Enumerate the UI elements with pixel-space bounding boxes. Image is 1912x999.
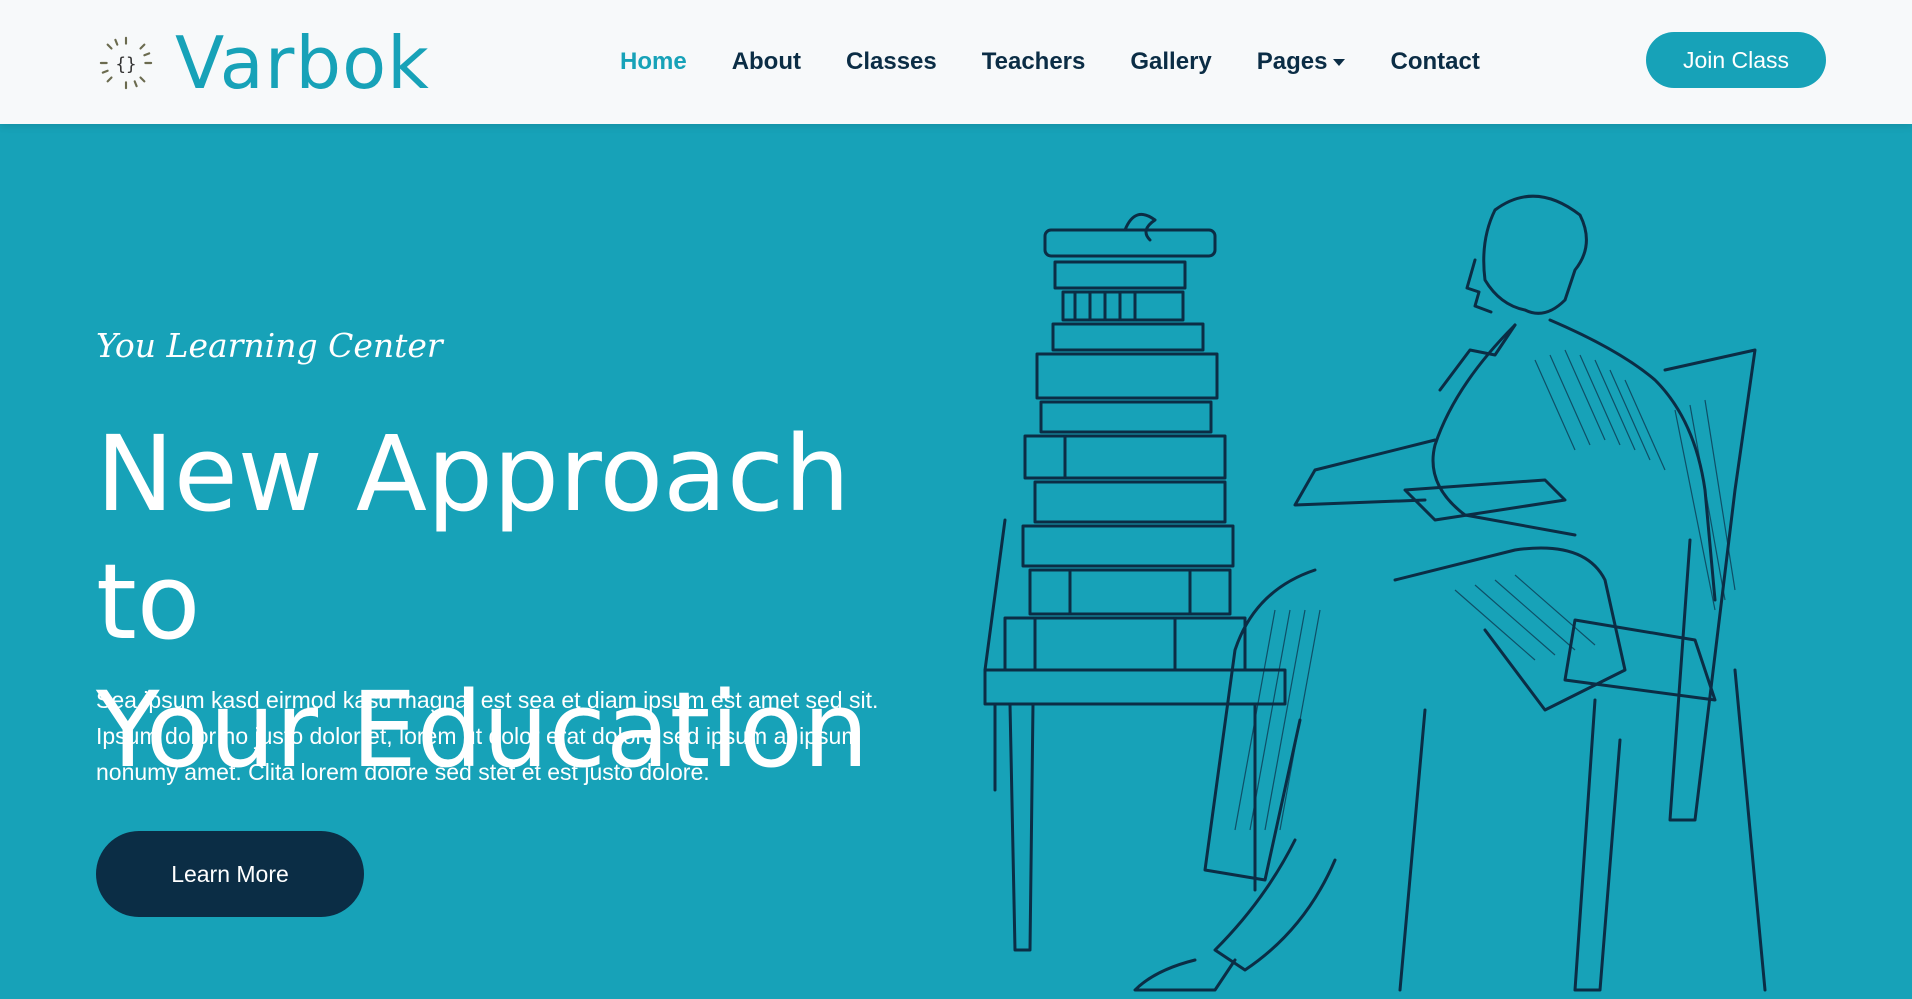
nav-pages-dropdown[interactable]: Pages [1257, 48, 1346, 76]
svg-text:{}: {} [116, 55, 137, 75]
learn-more-button[interactable]: Learn More [96, 831, 364, 917]
nav-pages-label: Pages [1256, 48, 1328, 75]
nav-about[interactable]: About [732, 48, 801, 76]
nav-home[interactable]: Home [620, 48, 687, 76]
hero-description: Sea ipsum kasd eirmod kasd magna, est se… [96, 687, 879, 785]
book-braces-icon: {} [99, 36, 153, 90]
join-class-button[interactable]: Join Class [1646, 32, 1826, 88]
hero-subtitle: You Learning Center [96, 326, 443, 365]
chevron-down-icon [1333, 58, 1346, 66]
nav-classes[interactable]: Classes [846, 48, 937, 76]
nav-contact[interactable]: Contact [1390, 48, 1479, 76]
brand-name: Varbok [175, 21, 430, 105]
nav-teachers[interactable]: Teachers [982, 48, 1086, 76]
brand[interactable]: {} Varbok [97, 18, 430, 108]
hero-title-line1: New Approach to [96, 413, 850, 663]
man-with-books-sketch-icon [983, 194, 1767, 992]
nav-menu: Home About Classes Teachers Gallery Page… [620, 0, 1525, 124]
nav-gallery[interactable]: Gallery [1130, 48, 1211, 76]
navbar: {} Varbok Home About Classes Teachers Ga… [0, 0, 1912, 124]
